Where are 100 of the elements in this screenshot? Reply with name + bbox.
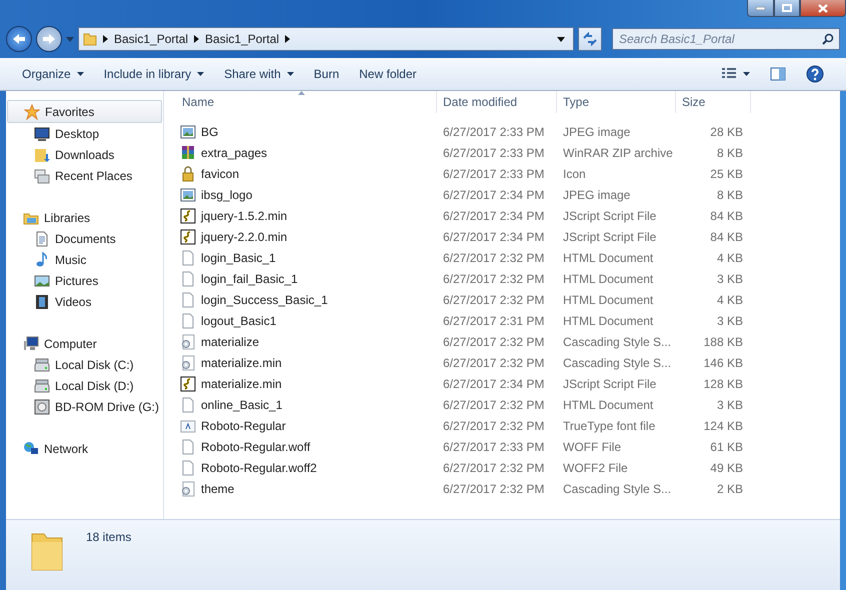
sidebar-item[interactable]: BD-ROM Drive (G:): [6, 396, 163, 417]
size-cell: 49 KB: [710, 460, 743, 474]
type-cell: HTML Document: [563, 272, 654, 286]
sidebar-item[interactable]: Documents: [6, 228, 163, 249]
file-name: materialize.min: [201, 356, 282, 370]
file-row[interactable]: favicon 6/27/2017 2:33 PM Icon 25 KB: [176, 163, 840, 184]
date-cell: 6/27/2017 2:32 PM: [443, 356, 544, 370]
column-header[interactable]: Size: [676, 91, 751, 113]
computer-icon: [23, 336, 39, 352]
document-icon: [180, 250, 196, 266]
sidebar-item[interactable]: Computer: [6, 333, 163, 354]
file-name: Roboto-Regular.woff2: [201, 460, 317, 474]
close-icon: [818, 4, 828, 12]
type-cell: JPEG image: [563, 188, 630, 202]
file-row[interactable]: ibsg_logo 6/27/2017 2:34 PM JPEG image 8 KB: [176, 184, 840, 205]
file-row[interactable]: BG 6/27/2017 2:33 PM JPEG image 28 KB: [176, 121, 840, 142]
size-cell: 8 KB: [716, 146, 743, 160]
file-row[interactable]: jquery-1.5.2.min 6/27/2017 2:34 PM JScript Script File 84 KB: [176, 205, 840, 226]
sidebar-item[interactable]: Recent Places: [6, 165, 163, 186]
document-icon: [180, 292, 196, 308]
maximize-button[interactable]: [774, 0, 800, 17]
file-row[interactable]: materialize.min 6/27/2017 2:34 PM JScript Script File 128 KB: [176, 373, 840, 394]
file-row[interactable]: logout_Basic1 6/27/2017 2:31 PM HTML Document 3 KB: [176, 310, 840, 331]
padlock-icon: [180, 166, 196, 182]
size-cell: 146 KB: [704, 356, 743, 370]
file-row[interactable]: theme 6/27/2017 2:32 PM Cascading Style S... 2 KB: [176, 478, 840, 499]
type-cell: WinRAR ZIP archive: [563, 146, 673, 160]
close-button[interactable]: [800, 0, 846, 17]
toolbar-button[interactable]: Burn: [304, 63, 350, 85]
type-cell: HTML Document: [563, 250, 654, 264]
caret-icon: [66, 36, 74, 42]
sidebar-item[interactable]: Libraries: [6, 207, 163, 228]
type-cell: HTML Document: [563, 398, 654, 412]
size-cell: 128 KB: [704, 376, 743, 390]
file-name: login_Basic_1: [201, 250, 276, 264]
size-cell: 28 KB: [710, 124, 743, 138]
file-name: jquery-1.5.2.min: [201, 208, 288, 222]
file-row[interactable]: materialize 6/27/2017 2:32 PM Cascading Style S... 188 KB: [176, 331, 840, 352]
type-cell: JScript Script File: [563, 208, 656, 222]
column-header[interactable]: Date modified: [437, 91, 557, 113]
sidebar-item[interactable]: Downloads: [6, 144, 163, 165]
file-name: materialize.min: [201, 376, 282, 390]
archive-icon: [180, 144, 196, 160]
item-count: 18 items: [86, 530, 132, 544]
pictures-icon: [34, 272, 50, 288]
back-button[interactable]: [6, 26, 32, 52]
desktop-icon: [34, 126, 50, 142]
file-row[interactable]: login_fail_Basic_1 6/27/2017 2:32 PM HTML Document 3 KB: [176, 268, 840, 289]
hard-disk-icon: [34, 356, 50, 372]
date-cell: 6/27/2017 2:32 PM: [443, 250, 544, 264]
toolbar-button[interactable]: New folder: [349, 63, 426, 85]
column-header[interactable]: Type: [557, 91, 676, 113]
type-cell: JScript Script File: [563, 230, 656, 244]
file-name: materialize: [201, 334, 260, 348]
address-bar[interactable]: Basic1_Portal Basic1_Portal: [78, 27, 574, 51]
toolbar-button[interactable]: Share with: [214, 63, 304, 85]
date-cell: 6/27/2017 2:34 PM: [443, 208, 544, 222]
sidebar-item[interactable]: Favorites: [7, 100, 162, 123]
help-icon: [806, 65, 824, 83]
type-cell: Cascading Style S...: [563, 356, 672, 370]
file-row[interactable]: Roboto-Regular.woff2 6/27/2017 2:32 PM WOFF2 File 49 KB: [176, 457, 840, 478]
type-cell: HTML Document: [563, 314, 654, 328]
file-row[interactable]: login_Basic_1 6/27/2017 2:32 PM HTML Document 4 KB: [176, 247, 840, 268]
size-cell: 2 KB: [716, 482, 743, 496]
date-cell: 6/27/2017 2:32 PM: [443, 460, 544, 474]
chevron-right-icon: [103, 35, 108, 43]
minimize-button[interactable]: [747, 0, 774, 17]
type-cell: WOFF2 File: [563, 460, 628, 474]
file-row[interactable]: Roboto-Regular 6/27/2017 2:32 PM TrueType font file 124 KB: [176, 415, 840, 436]
file-row[interactable]: materialize.min 6/27/2017 2:32 PM Cascading Style S... 146 KB: [176, 352, 840, 373]
refresh-button[interactable]: [578, 27, 602, 51]
caret-icon: [76, 72, 84, 76]
network-icon: [23, 440, 39, 456]
sidebar-item[interactable]: Local Disk (D:): [6, 375, 163, 396]
dropdown-caret-icon: [557, 36, 565, 42]
toolbar-button[interactable]: Organize: [12, 63, 94, 85]
sidebar-item[interactable]: Desktop: [6, 123, 163, 144]
sort-arrow-icon: [298, 91, 305, 95]
sidebar-item[interactable]: Network: [6, 438, 163, 459]
forward-button[interactable]: [36, 26, 62, 52]
sidebar-item[interactable]: Pictures: [6, 270, 163, 291]
sidebar-item[interactable]: Music: [6, 249, 163, 270]
file-row[interactable]: online_Basic_1 6/27/2017 2:32 PM HTML Document 3 KB: [176, 394, 840, 415]
size-cell: 3 KB: [716, 314, 743, 328]
date-cell: 6/27/2017 2:32 PM: [443, 398, 544, 412]
folder-icon: [83, 32, 97, 46]
search-field[interactable]: Search Basic1_Portal: [612, 28, 840, 50]
document-icon: [180, 396, 196, 412]
date-cell: 6/27/2017 2:32 PM: [443, 334, 544, 348]
breadcrumb[interactable]: Basic1_Portal: [205, 32, 280, 46]
toolbar-button[interactable]: Include in library: [94, 63, 214, 85]
file-row[interactable]: login_Success_Basic_1 6/27/2017 2:32 PM HTML Document 4 KB: [176, 289, 840, 310]
search-icon: [822, 33, 834, 45]
breadcrumb[interactable]: Basic1_Portal: [114, 32, 188, 46]
size-cell: 3 KB: [716, 272, 743, 286]
file-row[interactable]: jquery-2.2.0.min 6/27/2017 2:34 PM JScript Script File 84 KB: [176, 226, 840, 247]
sidebar-item[interactable]: Videos: [6, 291, 163, 312]
file-row[interactable]: Roboto-Regular.woff 6/27/2017 2:33 PM WOFF File 61 KB: [176, 436, 840, 457]
sidebar-item[interactable]: Local Disk (C:): [6, 354, 163, 375]
file-row[interactable]: extra_pages 6/27/2017 2:33 PM WinRAR ZIP archive 8 KB: [176, 142, 840, 163]
